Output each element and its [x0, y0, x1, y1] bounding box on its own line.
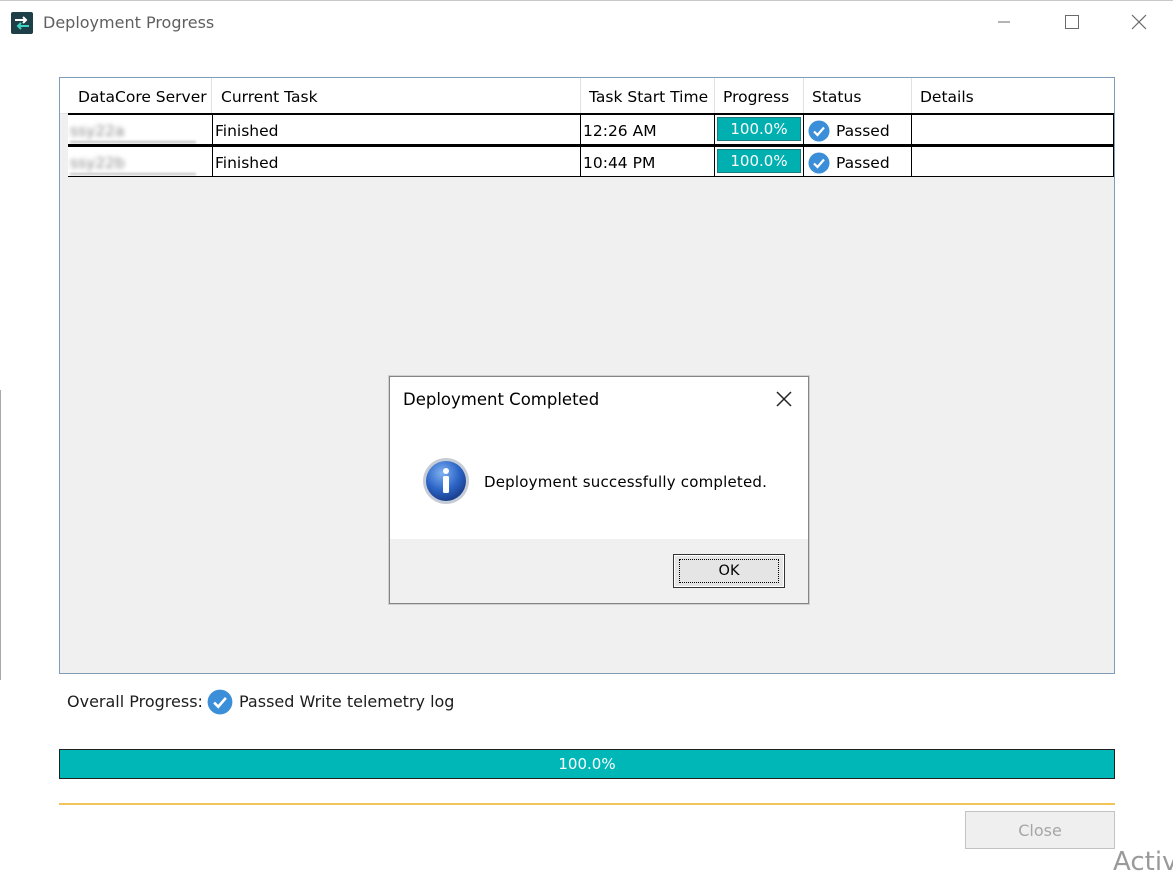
overall-progress-bar: 100.0% — [59, 749, 1115, 779]
ok-button-label: OK — [679, 559, 779, 583]
blur-underline — [70, 173, 196, 175]
check-circle-icon — [207, 689, 233, 715]
separator-line — [59, 803, 1115, 805]
column-header-task[interactable]: Current Task — [213, 78, 581, 114]
task-cell: Finished — [213, 145, 581, 177]
grid-header: DataCore Server Current Task Task Start … — [60, 78, 1114, 114]
column-header-details[interactable]: Details — [912, 78, 1114, 114]
column-header-progress[interactable]: Progress — [715, 78, 804, 114]
dialog-message: Deployment successfully completed. — [484, 473, 768, 491]
deployment-completed-dialog: Deployment Completed Deployment successf… — [389, 376, 809, 604]
title-bar[interactable]: Deployment Progress — [0, 0, 1173, 44]
table-row[interactable]: ssy22a Finished 12:26 AM 100.0% Passed — [68, 113, 1114, 145]
maximize-button[interactable] — [1038, 0, 1106, 44]
overall-progress-label: Overall Progress: — [67, 692, 203, 711]
server-cell: ssy22a — [68, 113, 213, 145]
minimize-icon — [998, 21, 1010, 23]
task-cell: Finished — [213, 113, 581, 145]
table-row[interactable]: ssy22b Finished 10:44 PM 100.0% Passed — [68, 145, 1114, 177]
row-progress-bar: 100.0% — [717, 149, 801, 173]
ok-button[interactable]: OK — [673, 554, 785, 588]
swap-arrows-icon — [11, 12, 33, 34]
info-icon — [423, 458, 469, 504]
overall-status-text: Passed Write telemetry log — [239, 692, 455, 711]
start-time-cell: 10:44 PM — [581, 145, 715, 177]
maximize-icon — [1065, 15, 1079, 29]
progress-cell: 100.0% — [715, 113, 804, 145]
close-icon — [1131, 14, 1147, 30]
status-cell: Passed — [804, 145, 912, 177]
row-progress-bar: 100.0% — [717, 117, 801, 141]
dialog-close-button[interactable] — [772, 387, 796, 411]
dialog-footer: OK — [390, 539, 808, 603]
window-title: Deployment Progress — [43, 13, 215, 32]
details-cell — [912, 145, 1114, 177]
column-header-server[interactable]: DataCore Server — [70, 78, 212, 114]
check-circle-icon — [808, 120, 830, 142]
dialog-title: Deployment Completed — [403, 390, 600, 409]
status-cell: Passed — [804, 113, 912, 145]
minimize-button[interactable] — [970, 0, 1038, 44]
start-time-cell: 12:26 AM — [581, 113, 715, 145]
status-text: Passed — [836, 122, 890, 140]
details-cell — [912, 113, 1114, 145]
progress-cell: 100.0% — [715, 145, 804, 177]
close-button[interactable]: Close — [965, 811, 1115, 849]
blur-underline — [70, 141, 196, 143]
window-close-button[interactable] — [1105, 0, 1173, 44]
column-header-start-time[interactable]: Task Start Time — [581, 78, 715, 114]
deployment-progress-window: Deployment Progress DataCore Server Curr… — [0, 0, 1173, 886]
status-text: Passed — [836, 154, 890, 172]
left-edge-line — [0, 390, 1, 680]
server-cell: ssy22b — [68, 145, 213, 177]
activation-watermark: Activ — [1113, 847, 1173, 877]
column-header-status[interactable]: Status — [804, 78, 912, 114]
check-circle-icon — [808, 152, 830, 174]
close-icon — [776, 391, 792, 407]
